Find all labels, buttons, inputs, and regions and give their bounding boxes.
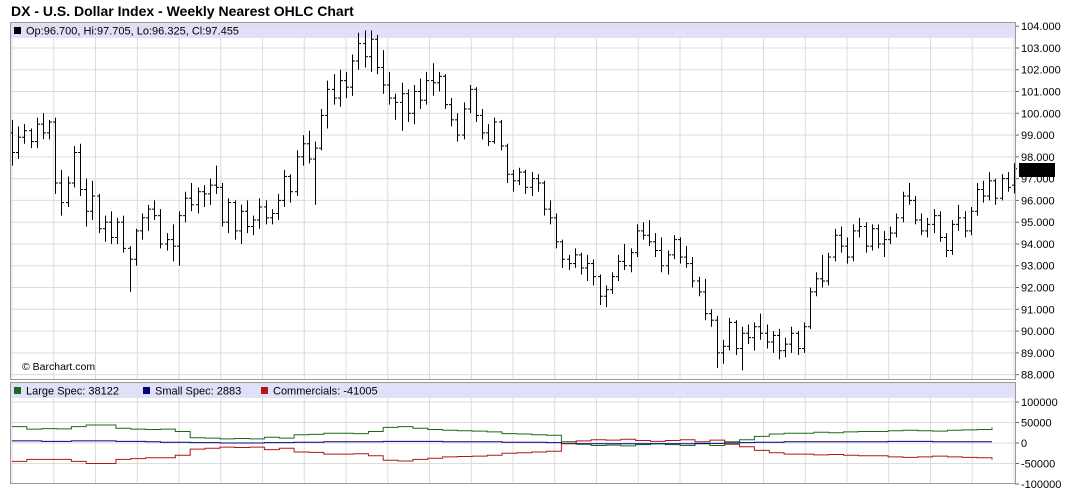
- legend-small-spec-name: Small Spec: [155, 386, 211, 398]
- price-tick-label: 104.000: [1021, 21, 1061, 33]
- legend-large-spec-value: 38122: [88, 386, 119, 398]
- last-value-text: 97.455: [1021, 165, 1055, 177]
- legend-large-spec: Large Spec: 38122: [26, 386, 119, 398]
- price-tick-label: 98.000: [1021, 152, 1055, 164]
- price-tick-label: 99.000: [1021, 130, 1055, 142]
- legend-small-spec-value: 2883: [217, 386, 241, 398]
- price-tick-label: 103.000: [1021, 43, 1061, 55]
- legend-commercials-value: -41005: [343, 386, 377, 398]
- ohlc-legend: Op:96.700, Hi:97.705, Lo:96.325, Cl:97.4…: [26, 26, 239, 38]
- barchart-credit: © Barchart.com: [22, 361, 95, 373]
- price-tick-label: 96.000: [1021, 195, 1055, 207]
- legend-large-spec-name: Large Spec: [26, 386, 83, 398]
- price-panel: 88.000 89.000 90.000 91.000 92.000 93.000 94.0…: [10, 21, 1061, 382]
- cot-tick-label: 50000: [1021, 418, 1052, 430]
- price-tick-label: 93.000: [1021, 261, 1055, 273]
- price-tick-label: 101.000: [1021, 87, 1061, 99]
- cot-panel: 100000 50000 0 -50000 -100000 Large Spec: 38…: [10, 382, 1061, 488]
- ohlc-low-label: Lo:: [137, 26, 152, 38]
- ohlc-open-label: Op:: [26, 26, 44, 38]
- price-tick-label: 95.000: [1021, 217, 1055, 229]
- chart-canvas: 88.000 89.000 90.000 91.000 92.000 93.000 94.0…: [10, 21, 1061, 488]
- legend-swatch-large-spec: [14, 387, 21, 394]
- price-tick-label: 91.000: [1021, 304, 1055, 316]
- last-value-marker: 97.455: [1019, 163, 1055, 177]
- price-tick-label: 90.000: [1021, 326, 1055, 338]
- cot-tick-label: 0: [1021, 438, 1027, 450]
- price-tick-label: 89.000: [1021, 348, 1055, 360]
- ohlc-high-value: 97.705: [97, 26, 131, 38]
- price-tick-label: 94.000: [1021, 239, 1055, 251]
- ohlc-low-value: 96.325: [152, 26, 186, 38]
- ohlc-close-label: Cl:: [192, 26, 205, 38]
- ohlc-high-label: Hi:: [84, 26, 97, 38]
- cot-axis: 100000 50000 0 -50000 -100000: [1015, 397, 1061, 488]
- legend-swatch-small-spec: [143, 387, 150, 394]
- legend-small-spec: Small Spec: 2883: [155, 386, 241, 398]
- price-tick-label: 102.000: [1021, 65, 1061, 77]
- legend-commercials: Commercials: -41005: [273, 386, 378, 398]
- price-tick-label: 88.000: [1021, 370, 1055, 382]
- legend-commercials-name: Commercials: [273, 386, 338, 398]
- legend-square: [14, 27, 21, 34]
- price-tick-label: 100.000: [1021, 108, 1061, 120]
- cot-tick-label: 100000: [1021, 397, 1058, 409]
- ohlc-close-value: 97.455: [205, 26, 239, 38]
- price-axis: 88.000 89.000 90.000 91.000 92.000 93.000 94.0…: [1015, 21, 1061, 382]
- price-tick-label: 92.000: [1021, 283, 1055, 295]
- ohlc-open-value: 96.700: [44, 26, 78, 38]
- cot-tick-label: -100000: [1021, 479, 1061, 488]
- legend-swatch-commercials: [261, 387, 268, 394]
- cot-tick-label: -50000: [1021, 459, 1055, 471]
